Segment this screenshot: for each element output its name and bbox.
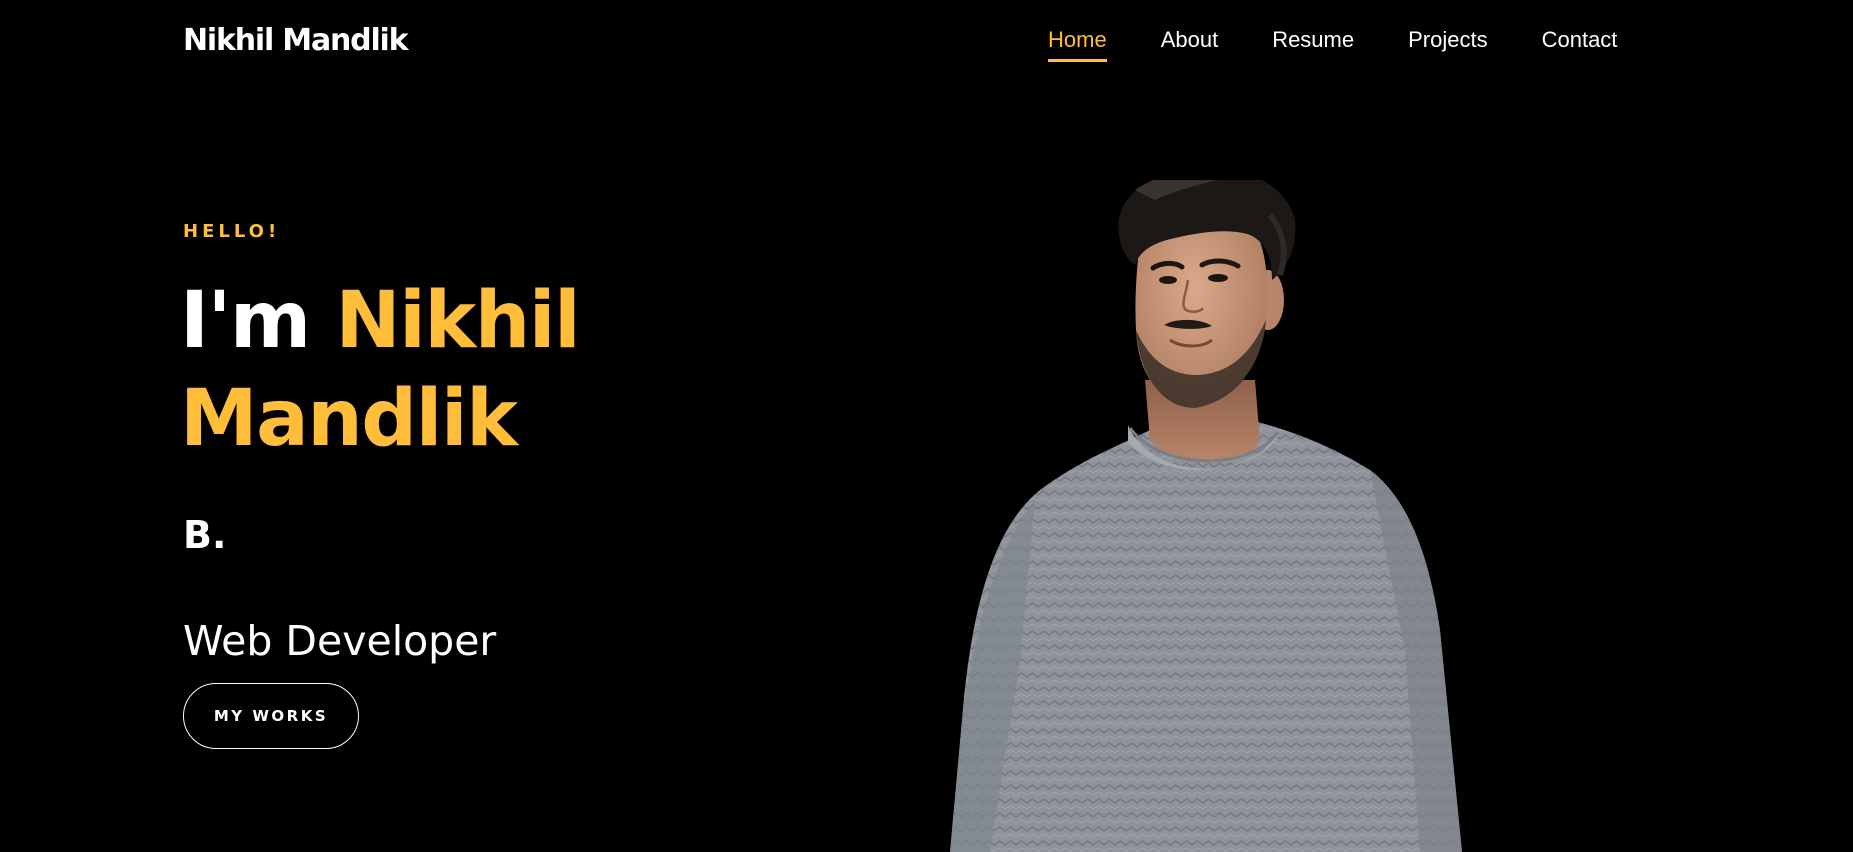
hero-title: I'm Nikhil Mandlik bbox=[180, 272, 820, 468]
hero-title-prefix: I'm bbox=[180, 276, 311, 366]
main-nav: Home About Resume Projects Contact bbox=[1048, 24, 1618, 62]
hero-initial: B. bbox=[183, 513, 227, 557]
nav-home[interactable]: Home bbox=[1048, 24, 1107, 62]
nav-contact[interactable]: Contact bbox=[1542, 24, 1618, 56]
hero-role: Web Developer bbox=[183, 617, 497, 665]
nav-projects[interactable]: Projects bbox=[1408, 24, 1487, 56]
brand-logo[interactable]: Nikhil Mandlik bbox=[183, 20, 409, 62]
portrait-photo bbox=[950, 180, 1462, 852]
hero-greeting: HELLO! bbox=[183, 221, 281, 242]
nav-about[interactable]: About bbox=[1161, 24, 1219, 56]
my-works-button[interactable]: MY WORKS bbox=[183, 683, 359, 749]
page: Nikhil Mandlik Home About Resume Project… bbox=[0, 0, 1853, 852]
hero-title-last-name: Mandlik bbox=[180, 374, 518, 464]
hero-title-first-name: Nikhil bbox=[335, 276, 580, 366]
nav-resume[interactable]: Resume bbox=[1272, 24, 1354, 56]
